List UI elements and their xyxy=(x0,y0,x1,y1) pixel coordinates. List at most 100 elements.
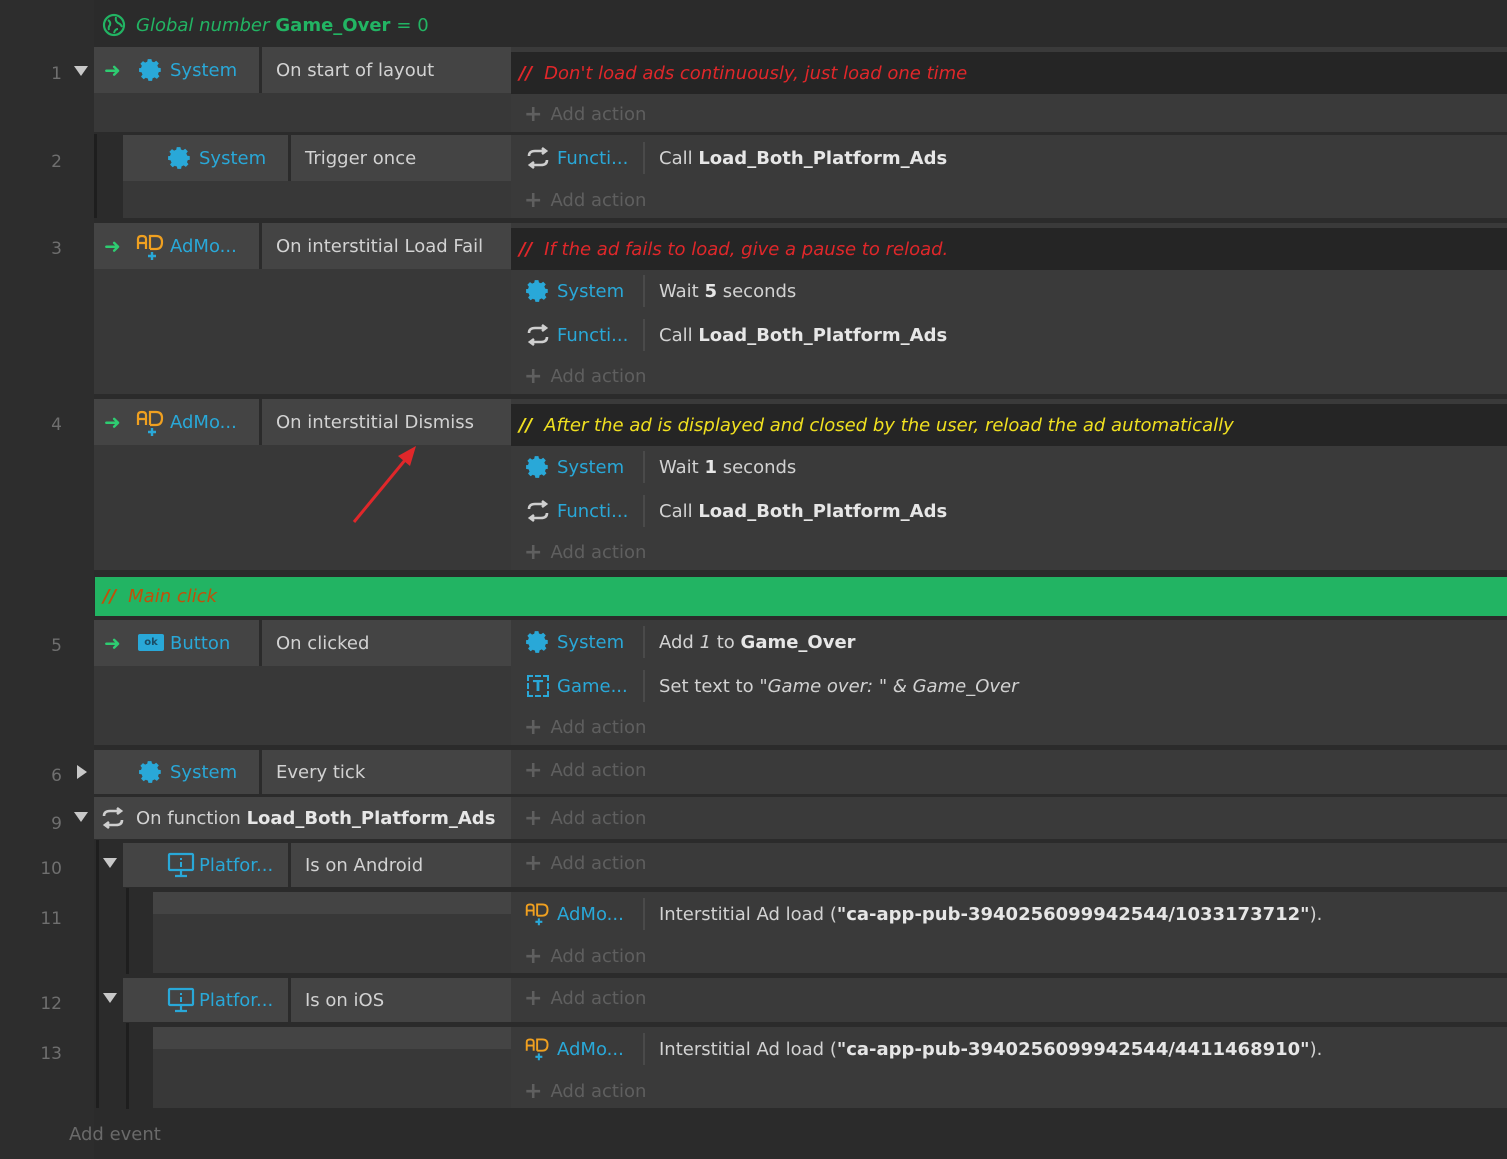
action-object[interactable]: AdMo... xyxy=(557,904,624,925)
plus-icon: + xyxy=(524,985,543,1011)
action-suffix: ). xyxy=(1309,903,1323,925)
action-text[interactable]: Call Load_Both_Platform_Ads xyxy=(659,325,947,346)
gear-icon xyxy=(525,278,551,304)
add-action-button[interactable]: + Add action xyxy=(524,713,646,741)
action-object[interactable]: Functi... xyxy=(557,501,628,522)
action-object[interactable]: Functi... xyxy=(557,325,628,346)
add-action-button[interactable]: + Add action xyxy=(524,538,646,566)
action-prefix: Interstitial Ad load ( xyxy=(659,903,837,925)
condition-row[interactable]: ➜ ok Button On clicked xyxy=(94,620,511,666)
comment-main-click[interactable]: // Main click xyxy=(95,577,1507,616)
condition-text[interactable]: On start of layout xyxy=(276,60,434,81)
condition-text[interactable]: Trigger once xyxy=(305,148,416,169)
action-object[interactable]: System xyxy=(557,457,624,478)
action-row[interactable]: System Wait 5 seconds xyxy=(511,269,1507,313)
condition-object[interactable]: AdMo... xyxy=(170,412,237,433)
condition-text[interactable]: Is on Android xyxy=(305,855,423,876)
action-row[interactable]: AdMo... Interstitial Ad load ("ca-app-pu… xyxy=(511,892,1507,936)
global-variable-name: Game_Over xyxy=(275,14,391,36)
add-action-button[interactable]: + Add action xyxy=(524,186,646,214)
collapse-toggle[interactable] xyxy=(103,858,117,868)
add-action-button[interactable]: + Add action xyxy=(524,984,646,1012)
action-text[interactable]: Interstitial Ad load ("ca-app-pub-394025… xyxy=(659,1039,1322,1060)
condition-text[interactable]: Every tick xyxy=(276,762,365,783)
add-event-button[interactable]: Add event xyxy=(69,1124,161,1145)
text-object-icon: T xyxy=(525,673,551,699)
add-action-button[interactable]: + Add action xyxy=(524,362,646,390)
action-text[interactable]: Call Load_Both_Platform_Ads xyxy=(659,148,947,169)
action-row[interactable]: System Add 1 to Game_Over xyxy=(511,620,1507,664)
admob-icon xyxy=(525,901,551,927)
action-object[interactable]: Game... xyxy=(557,676,628,697)
action-text[interactable]: Call Load_Both_Platform_Ads xyxy=(659,501,947,522)
variable-name: Game_Over xyxy=(740,631,856,653)
event-comment[interactable]: // After the ad is displayed and closed … xyxy=(511,404,1507,446)
admob-icon xyxy=(136,234,164,260)
action-text[interactable]: Interstitial Ad load ("ca-app-pub-394025… xyxy=(659,904,1322,925)
divider xyxy=(288,978,291,1022)
action-row[interactable]: T Game... Set text to "Game over: " & Ga… xyxy=(511,664,1507,708)
action-text[interactable]: Wait 1 seconds xyxy=(659,457,796,478)
condition-text[interactable]: Is on iOS xyxy=(305,990,384,1011)
global-variable-value: = 0 xyxy=(396,14,429,36)
collapse-toggle[interactable] xyxy=(74,66,88,76)
function-name: Load_Both_Platform_Ads xyxy=(246,807,496,829)
condition-row[interactable]: ➜ AdMo... On interstitial Dismiss xyxy=(94,399,511,445)
action-object[interactable]: AdMo... xyxy=(557,1039,624,1060)
comment-text: After the ad is displayed and closed by … xyxy=(544,414,1234,436)
condition-object[interactable]: System xyxy=(170,60,237,81)
add-action-button[interactable]: + Add action xyxy=(524,804,646,832)
condition-text[interactable]: On interstitial Dismiss xyxy=(276,412,474,433)
collapse-toggle[interactable] xyxy=(74,812,88,822)
function-name: Load_Both_Platform_Ads xyxy=(698,500,948,522)
action-object[interactable]: System xyxy=(557,281,624,302)
empty-condition[interactable] xyxy=(153,1027,511,1049)
action-text[interactable]: Wait 5 seconds xyxy=(659,281,796,302)
line-number: 9 xyxy=(51,814,62,834)
condition-text[interactable]: On interstitial Load Fail xyxy=(276,236,483,257)
action-row[interactable]: System Wait 1 seconds xyxy=(511,445,1507,489)
add-action-button[interactable]: + Add action xyxy=(524,849,646,877)
line-number: 4 xyxy=(51,415,62,435)
action-text[interactable]: Set text to "Game over: " & Game_Over xyxy=(659,676,1018,697)
condition-object[interactable]: System xyxy=(170,762,237,783)
condition-row[interactable]: Platfor... Is on Android xyxy=(123,843,511,887)
action-row[interactable]: Functi... Call Load_Both_Platform_Ads xyxy=(511,489,1507,533)
expand-toggle[interactable] xyxy=(77,765,87,779)
condition-object[interactable]: Platfor... xyxy=(199,855,273,876)
action-row[interactable]: AdMo... Interstitial Ad load ("ca-app-pu… xyxy=(511,1027,1507,1071)
condition-row[interactable]: ➜ System On start of layout xyxy=(94,47,511,93)
divider xyxy=(643,319,645,351)
action-row[interactable]: Functi... Call Load_Both_Platform_Ads xyxy=(511,313,1507,357)
condition-object[interactable]: Platfor... xyxy=(199,990,273,1011)
condition-object[interactable]: Button xyxy=(170,633,230,654)
condition-object[interactable]: AdMo... xyxy=(170,236,237,257)
global-variable-row[interactable]: Global number Game_Over = 0 xyxy=(102,10,429,40)
gear-icon xyxy=(525,454,551,480)
collapse-toggle[interactable] xyxy=(103,993,117,1003)
function-header[interactable]: On function Load_Both_Platform_Ads xyxy=(94,797,511,839)
add-action-button[interactable]: + Add action xyxy=(524,756,646,784)
condition-row[interactable]: Platfor... Is on iOS xyxy=(123,978,511,1022)
action-object[interactable]: System xyxy=(557,632,624,653)
nesting-line xyxy=(126,1023,129,1109)
condition-object[interactable]: System xyxy=(199,148,266,169)
add-action-button[interactable]: + Add action xyxy=(524,1077,646,1105)
action-row[interactable]: Functi... Call Load_Both_Platform_Ads xyxy=(511,136,1507,180)
event-comment[interactable]: // If the ad fails to load, give a pause… xyxy=(511,228,1507,270)
divider xyxy=(259,399,262,445)
condition-row[interactable]: System Trigger once xyxy=(123,135,511,181)
plus-icon: + xyxy=(524,363,543,389)
action-text[interactable]: Add 1 to Game_Over xyxy=(659,632,856,653)
add-action-button[interactable]: + Add action xyxy=(524,100,646,128)
function-header-text[interactable]: On function Load_Both_Platform_Ads xyxy=(136,808,495,829)
condition-row[interactable]: System Every tick xyxy=(94,750,511,794)
action-object[interactable]: Functi... xyxy=(557,148,628,169)
empty-condition[interactable] xyxy=(153,892,511,914)
condition-text[interactable]: On clicked xyxy=(276,633,369,654)
line-number: 2 xyxy=(51,152,62,172)
event-comment[interactable]: // Don't load ads continuously, just loa… xyxy=(511,52,1507,94)
add-action-button[interactable]: + Add action xyxy=(524,942,646,970)
condition-row[interactable]: ➜ AdMo... On interstitial Load Fail xyxy=(94,223,511,269)
line-number: 1 xyxy=(51,64,62,84)
